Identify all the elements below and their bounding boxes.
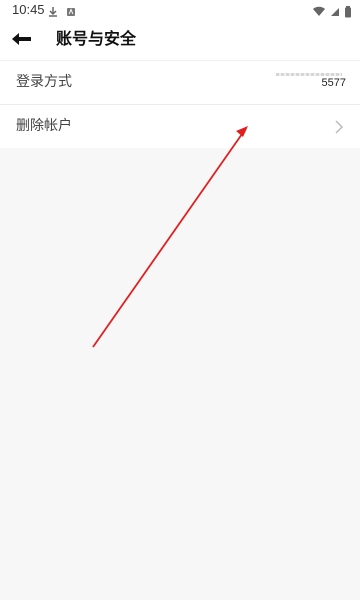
back-arrow-icon — [11, 31, 33, 50]
delete-account-item[interactable]: 删除帐户 — [0, 104, 360, 148]
app-header: 账号与安全 — [0, 20, 360, 60]
login-method-label: 登录方式 — [16, 74, 72, 90]
chevron-right-icon — [332, 119, 346, 134]
login-method-item[interactable]: 登录方式 5577 — [0, 60, 360, 104]
delete-account-label: 删除帐户 — [16, 118, 72, 134]
page-title: 账号与安全 — [56, 29, 137, 48]
screen: 10:45 账号与安全 登录方式 5577 删除帐户 — [0, 0, 360, 600]
login-method-value: 5577 — [321, 77, 346, 89]
status-bar: 10:45 — [0, 0, 360, 20]
back-button[interactable] — [6, 26, 38, 54]
status-time: 10:45 — [12, 2, 45, 17]
settings-list: 登录方式 5577 删除帐户 — [0, 60, 360, 148]
